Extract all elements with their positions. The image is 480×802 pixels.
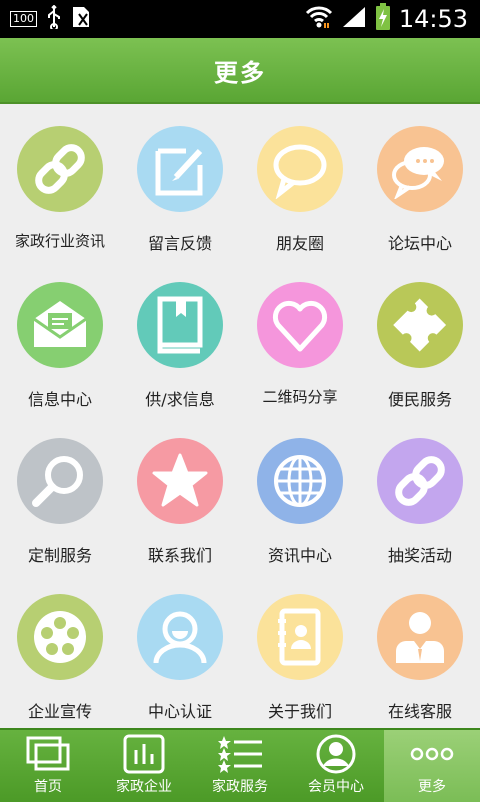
battery-charging-icon [375, 3, 391, 35]
grid-item-label: 朋友圈 [275, 234, 324, 253]
grid-item-qr-share[interactable]: 二维码分享 [240, 260, 360, 416]
grid-item-feedback[interactable]: 留言反馈 [120, 104, 240, 260]
grid-item-contact-us[interactable]: 联系我们 [120, 416, 240, 572]
wifi-icon [305, 5, 333, 33]
tab-label: 会员中心 [308, 779, 364, 795]
contact-book-icon [257, 594, 343, 680]
user-smile-icon [137, 594, 223, 680]
star-icon [137, 438, 223, 524]
magnifier-icon [17, 438, 103, 524]
feature-grid: 家政行业资讯 留言反馈 朋友圈 论坛中心 信息中心 供/求信息 二维码分享 便民… [0, 104, 480, 728]
bar-chart-icon [122, 734, 166, 774]
heart-icon [257, 282, 343, 368]
grid-item-promotion[interactable]: 企业宣传 [0, 572, 120, 728]
signal-icon [341, 5, 367, 33]
grid-item-label: 定制服务 [27, 546, 92, 565]
page-title: 更多 [214, 58, 266, 87]
grid-item-label: 抽奖活动 [387, 546, 452, 565]
member-icon [314, 734, 358, 774]
grid-item-label: 在线客服 [387, 702, 452, 721]
globe-icon [257, 438, 343, 524]
customer-service-icon [377, 594, 463, 680]
grid-item-label: 供/求信息 [145, 390, 215, 409]
sim-card-icon [71, 5, 91, 33]
grid-item-friends[interactable]: 朋友圈 [240, 104, 360, 260]
status-bar: 100 14:53 [0, 0, 480, 38]
tab-services[interactable]: 家政服务 [192, 730, 288, 802]
more-dots-icon [410, 734, 454, 774]
tab-companies[interactable]: 家政企业 [96, 730, 192, 802]
tab-label: 家政服务 [212, 779, 268, 795]
tab-home[interactable]: 首页 [0, 730, 96, 802]
book-icon [137, 282, 223, 368]
grid-item-supply-demand[interactable]: 供/求信息 [120, 260, 240, 416]
grid-item-label: 联系我们 [147, 546, 212, 565]
grid-item-label: 中心认证 [147, 702, 212, 721]
grid-item-label: 资讯中心 [267, 546, 332, 565]
title-bar: 更多 [0, 38, 480, 104]
pages-icon [26, 734, 70, 774]
grid-item-lottery[interactable]: 抽奖活动 [360, 416, 480, 572]
tab-more[interactable]: 更多 [384, 730, 480, 802]
grid-item-label: 二维码分享 [262, 388, 338, 406]
link-icon [377, 438, 463, 524]
film-reel-icon [17, 594, 103, 680]
edit-icon [137, 126, 223, 212]
grid-item-certification[interactable]: 中心认证 [120, 572, 240, 728]
grid-item-label: 关于我们 [267, 702, 332, 721]
bottom-tab-bar: 首页 家政企业 家政服务 会员中心 更多 [0, 728, 480, 802]
grid-item-label: 企业宣传 [27, 702, 92, 721]
tab-label: 更多 [418, 779, 446, 795]
grid-item-label: 信息中心 [27, 390, 92, 409]
star-list-icon [218, 734, 262, 774]
grid-item-convenience[interactable]: 便民服务 [360, 260, 480, 416]
battery-percent-badge: 100 [10, 11, 37, 27]
grid-item-custom-service[interactable]: 定制服务 [0, 416, 120, 572]
usb-icon [47, 4, 61, 33]
speech-bubble-icon [257, 126, 343, 212]
tab-label: 家政企业 [116, 779, 172, 795]
grid-item-industry-news[interactable]: 家政行业资讯 [0, 104, 120, 260]
puzzle-icon [377, 282, 463, 368]
grid-item-forum[interactable]: 论坛中心 [360, 104, 480, 260]
grid-item-label: 留言反馈 [147, 234, 212, 253]
grid-item-news-center[interactable]: 资讯中心 [240, 416, 360, 572]
grid-item-label: 家政行业资讯 [14, 232, 105, 250]
envelope-icon [17, 282, 103, 368]
grid-item-about-us[interactable]: 关于我们 [240, 572, 360, 728]
grid-item-label: 论坛中心 [387, 234, 452, 253]
link-icon [17, 126, 103, 212]
tab-label: 首页 [34, 779, 62, 795]
grid-item-message-center[interactable]: 信息中心 [0, 260, 120, 416]
clock: 14:53 [398, 5, 468, 33]
tab-member-center[interactable]: 会员中心 [288, 730, 384, 802]
grid-item-label: 便民服务 [387, 390, 452, 409]
grid-item-online-service[interactable]: 在线客服 [360, 572, 480, 728]
chat-bubbles-icon [377, 126, 463, 212]
